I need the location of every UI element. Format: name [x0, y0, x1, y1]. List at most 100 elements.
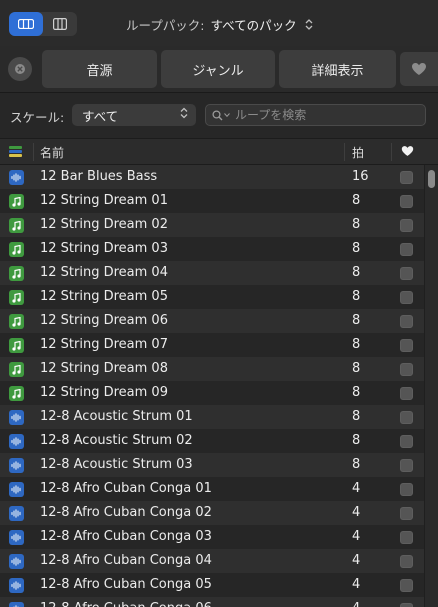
scrollbar-thumb[interactable] — [428, 170, 435, 188]
scale-select[interactable]: すべて — [72, 104, 196, 126]
button-view-icon — [18, 19, 34, 29]
search-icon[interactable] — [212, 109, 230, 121]
loop-beats: 4 — [352, 601, 360, 607]
vertical-scrollbar[interactable] — [424, 165, 438, 607]
table-row[interactable]: 12 String Dream 04 8 — [0, 261, 424, 285]
descriptors-filter-button[interactable]: 詳細表示 — [279, 50, 396, 88]
favorite-checkbox[interactable] — [400, 339, 413, 352]
loop-beats: 8 — [352, 241, 361, 256]
genre-filter-label: ジャンル — [192, 63, 244, 79]
loop-name: 12-8 Afro Cuban Conga 04 — [40, 553, 212, 568]
table-row[interactable]: 12 String Dream 08 8 — [0, 357, 424, 381]
table-row[interactable]: 12-8 Acoustic Strum 01 8 — [0, 405, 424, 429]
favorite-checkbox[interactable] — [400, 315, 413, 328]
loop-beats: 8 — [352, 193, 361, 208]
favorite-checkbox[interactable] — [400, 507, 413, 520]
audio-loop-icon — [9, 578, 24, 593]
loop-search-field[interactable] — [205, 104, 426, 126]
loop-name: 12 String Dream 03 — [40, 241, 168, 256]
column-divider — [344, 143, 345, 161]
table-row[interactable]: 12 String Dream 09 8 — [0, 381, 424, 405]
table-row[interactable]: 12-8 Afro Cuban Conga 06 4 — [0, 597, 424, 607]
favorite-checkbox[interactable] — [400, 579, 413, 592]
button-view-toggle[interactable] — [9, 12, 43, 36]
favorite-checkbox[interactable] — [400, 219, 413, 232]
favorite-checkbox[interactable] — [400, 483, 413, 496]
audio-loop-icon — [9, 482, 24, 497]
favorites-filter-button[interactable] — [400, 52, 438, 86]
table-row[interactable]: 12 Bar Blues Bass 16 — [0, 165, 424, 189]
favorite-checkbox[interactable] — [400, 411, 413, 424]
audio-loop-icon — [9, 506, 24, 521]
loop-type-icon[interactable] — [9, 145, 22, 158]
loop-name: 12-8 Afro Cuban Conga 06 — [40, 601, 212, 607]
loop-beats: 8 — [352, 265, 361, 280]
midi-loop-icon — [9, 386, 24, 401]
audio-loop-icon — [9, 170, 24, 185]
loop-search-input[interactable] — [235, 108, 405, 122]
loop-beats: 4 — [352, 529, 361, 544]
audio-loop-icon — [9, 554, 24, 569]
favorite-checkbox[interactable] — [400, 267, 413, 280]
loop-name: 12 String Dream 05 — [40, 289, 168, 304]
beats-column-header[interactable]: 拍 — [352, 144, 364, 161]
loop-name: 12 String Dream 02 — [40, 217, 168, 232]
instrument-filter-button[interactable]: 音源 — [42, 50, 157, 88]
favorite-checkbox[interactable] — [400, 387, 413, 400]
favorite-checkbox[interactable] — [400, 555, 413, 568]
favorites-column-header[interactable] — [401, 145, 414, 161]
table-row[interactable]: 12-8 Afro Cuban Conga 02 4 — [0, 501, 424, 525]
table-row[interactable]: 12 String Dream 02 8 — [0, 213, 424, 237]
up-down-chevron-icon — [305, 18, 313, 30]
table-header: 名前 拍 — [0, 138, 438, 165]
table-row[interactable]: 12-8 Afro Cuban Conga 05 4 — [0, 573, 424, 597]
favorite-checkbox[interactable] — [400, 171, 413, 184]
name-column-header[interactable]: 名前 — [40, 144, 64, 161]
loop-browser: ループパック: すべてのパック 音源 ジャンル 詳細表示 スケール: すべて ル… — [0, 0, 438, 607]
favorite-checkbox[interactable] — [400, 435, 413, 448]
loop-name: 12-8 Acoustic Strum 02 — [40, 433, 193, 448]
loop-name: 12-8 Acoustic Strum 03 — [40, 457, 193, 472]
loop-name: 12 String Dream 01 — [40, 193, 168, 208]
loop-list: 12 Bar Blues Bass 16 12 String Dream 01 8 12… — [0, 165, 424, 607]
heart-icon — [401, 146, 414, 156]
loop-name: 12-8 Afro Cuban Conga 01 — [40, 481, 212, 496]
column-view-toggle[interactable] — [43, 12, 77, 36]
favorite-checkbox[interactable] — [400, 603, 413, 607]
loop-beats: 16 — [352, 169, 369, 184]
scale-value: すべて — [82, 108, 119, 124]
favorite-checkbox[interactable] — [400, 531, 413, 544]
loop-name: 12-8 Afro Cuban Conga 03 — [40, 529, 212, 544]
loop-name: 12 String Dream 06 — [40, 313, 168, 328]
loop-beats: 4 — [352, 553, 361, 568]
table-row[interactable]: 12 String Dream 06 8 — [0, 309, 424, 333]
favorite-checkbox[interactable] — [400, 243, 413, 256]
reset-filters-button[interactable] — [8, 57, 32, 81]
table-row[interactable]: 12-8 Afro Cuban Conga 03 4 — [0, 525, 424, 549]
favorite-checkbox[interactable] — [400, 291, 413, 304]
table-row[interactable]: 12 String Dream 03 8 — [0, 237, 424, 261]
table-row[interactable]: 12-8 Afro Cuban Conga 01 4 — [0, 477, 424, 501]
loop-name: 12-8 Afro Cuban Conga 02 — [40, 505, 212, 520]
table-row[interactable]: 12-8 Acoustic Strum 03 8 — [0, 453, 424, 477]
loop-beats: 8 — [352, 289, 361, 304]
loop-beats: 8 — [352, 409, 361, 424]
loop-name: 12 String Dream 09 — [40, 385, 168, 400]
audio-loop-icon — [9, 602, 24, 607]
table-row[interactable]: 12 String Dream 05 8 — [0, 285, 424, 309]
loop-beats: 8 — [352, 361, 361, 376]
favorite-checkbox[interactable] — [400, 459, 413, 472]
table-row[interactable]: 12 String Dream 01 8 — [0, 189, 424, 213]
column-divider — [33, 143, 34, 161]
table-row[interactable]: 12 String Dream 07 8 — [0, 333, 424, 357]
favorite-checkbox[interactable] — [400, 195, 413, 208]
audio-loop-icon — [9, 530, 24, 545]
loop-beats: 8 — [352, 457, 361, 472]
genre-filter-button[interactable]: ジャンル — [161, 50, 275, 88]
table-row[interactable]: 12-8 Acoustic Strum 02 8 — [0, 429, 424, 453]
favorite-checkbox[interactable] — [400, 363, 413, 376]
loop-pack-selector[interactable]: ループパック: すべてのパック — [126, 14, 313, 34]
table-row[interactable]: 12-8 Afro Cuban Conga 04 4 — [0, 549, 424, 573]
loop-beats: 8 — [352, 313, 361, 328]
heart-icon — [412, 63, 426, 75]
